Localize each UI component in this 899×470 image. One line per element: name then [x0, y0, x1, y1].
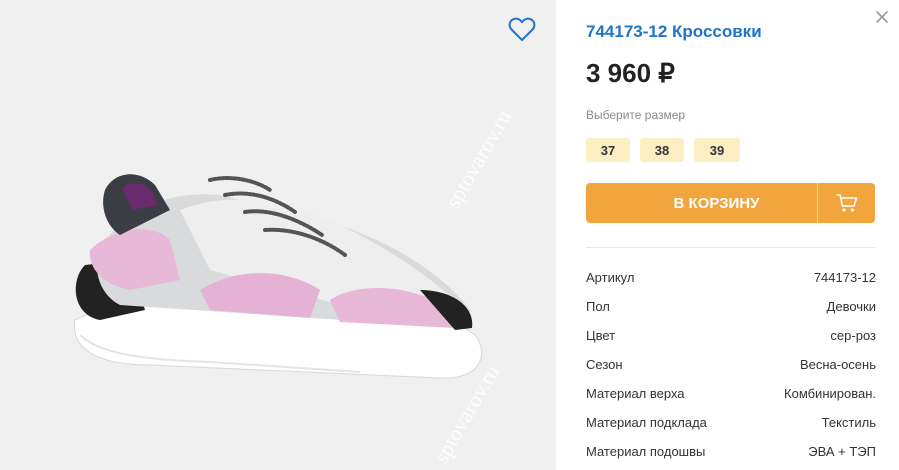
spec-table: Артикул 744173-12 Пол Девочки Цвет сер-р…	[586, 263, 876, 466]
close-icon[interactable]	[874, 9, 890, 25]
spec-key: Сезон	[586, 357, 623, 372]
add-to-cart-label: В КОРЗИНУ	[673, 194, 760, 212]
spec-value: Комбинирован.	[784, 386, 876, 401]
spec-key: Цвет	[586, 328, 616, 343]
spec-value: Весна-осень	[799, 357, 876, 372]
spec-row: Материал подошвы ЭВА + ТЭП	[586, 437, 876, 466]
size-option-37[interactable]: 37	[586, 138, 630, 162]
add-to-cart-button[interactable]: В КОРЗИНУ	[586, 183, 875, 223]
spec-row: Сезон Весна-осень	[586, 350, 876, 379]
divider	[586, 247, 875, 248]
spec-value: сер-роз	[830, 328, 876, 343]
spec-key: Материал подклада	[586, 415, 707, 430]
heart-outline-icon[interactable]	[508, 16, 536, 42]
spec-key: Материал подошвы	[586, 444, 706, 459]
product-price: 3 960 ₽	[586, 58, 675, 88]
size-options: 37 38 39	[586, 138, 740, 162]
product-title[interactable]: 744173-12 Кроссовки	[586, 22, 762, 42]
size-option-39[interactable]: 39	[694, 138, 740, 162]
cart-icon	[835, 194, 857, 212]
product-image-panel: sptovarov.ru sptovarov.ru	[0, 0, 556, 470]
size-option-38[interactable]: 38	[640, 138, 684, 162]
spec-key: Артикул	[586, 270, 635, 285]
size-prompt: Выберите размер	[586, 108, 686, 122]
spec-value: 744173-12	[813, 270, 876, 285]
spec-value: Девочки	[826, 299, 876, 314]
spec-row: Материал верха Комбинирован.	[586, 379, 876, 408]
spec-row: Артикул 744173-12	[586, 263, 876, 292]
spec-row: Пол Девочки	[586, 292, 876, 321]
spec-key: Пол	[586, 299, 610, 314]
product-image	[73, 174, 483, 379]
spec-row: Материал подклада Текстиль	[586, 408, 876, 437]
spec-key: Материал верха	[586, 386, 685, 401]
spec-row: Цвет сер-роз	[586, 321, 876, 350]
cart-icon-container	[817, 183, 875, 223]
spec-value: ЭВА + ТЭП	[808, 444, 876, 459]
spec-value: Текстиль	[821, 415, 876, 430]
